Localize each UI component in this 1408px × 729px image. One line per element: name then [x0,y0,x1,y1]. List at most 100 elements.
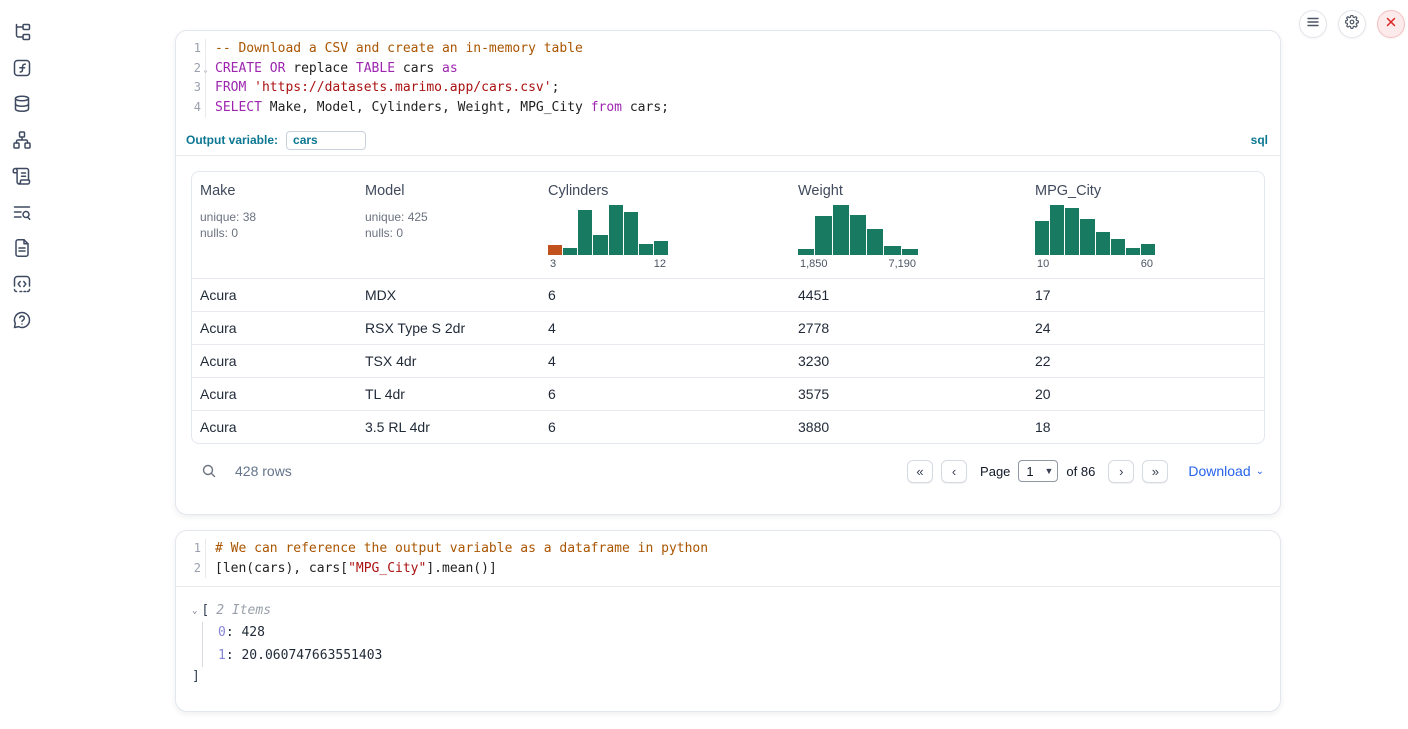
table-row[interactable]: AcuraTSX 4dr4323022 [192,344,1264,377]
histogram-bar[interactable] [850,215,866,255]
last-page-button[interactable]: » [1142,460,1168,483]
prev-page-button[interactable]: ‹ [941,460,967,483]
column-name: Weight [798,183,1019,199]
logs-icon[interactable] [12,202,32,222]
table-cell: 3230 [790,353,1027,369]
histogram-bar[interactable] [563,248,577,255]
table-body: AcuraMDX6445117AcuraRSX Type S 2dr427782… [192,278,1264,443]
output-variable-row: Output variable: sql [176,126,1280,156]
datasources-icon[interactable] [12,94,32,114]
scratchpad-icon[interactable] [12,166,32,186]
column-name: Cylinders [548,183,782,199]
tree-root-row: ⌄ [ 2 Items [192,600,1264,622]
histogram-bar[interactable] [1126,248,1140,255]
python-code-lines[interactable]: # We can reference the output variable a… [206,539,1280,578]
column-histogram[interactable]: 1060 [1035,205,1155,270]
table-row[interactable]: AcuraTL 4dr6357520 [192,377,1264,410]
column-histogram[interactable]: 312 [548,205,668,270]
histogram-bar[interactable] [1080,219,1094,255]
help-icon[interactable] [12,310,32,330]
histogram-bar[interactable] [833,205,849,255]
entry-value: : 20.060747663551403 [226,648,383,663]
histogram-bar[interactable] [1141,244,1155,255]
code-line[interactable]: [len(cars), cars["MPG_City"].mean()] [215,559,1280,579]
code-token: FROM [215,80,246,95]
search-icon[interactable] [201,463,217,479]
table-cell: 6 [540,287,790,303]
settings-button[interactable] [1338,10,1366,38]
table-row[interactable]: AcuraMDX6445117 [192,278,1264,311]
column-header-cylinders[interactable]: Cylinders 312 [540,172,790,278]
first-page-button[interactable]: « [907,460,933,483]
histogram-bar[interactable] [1050,205,1064,255]
histogram-bar[interactable] [654,241,668,255]
histogram-bar[interactable] [902,249,918,255]
code-token: OR [270,61,286,76]
code-line[interactable]: FROM 'https://datasets.marimo.app/cars.c… [215,78,1280,98]
code-line[interactable]: -- Download a CSV and create an in-memor… [215,39,1280,59]
histogram-bar[interactable] [798,249,814,255]
histogram-bar[interactable] [1096,232,1110,255]
axis-max-label: 7,190 [888,258,916,270]
table-cell: 4 [540,320,790,336]
histogram-bar[interactable] [548,245,562,255]
table-cell: Acura [192,386,357,402]
code-line[interactable]: CREATE OR replace TABLE cars as [215,59,1280,79]
column-histogram[interactable]: 1,850 7,190 [798,205,918,270]
code-line[interactable]: # We can reference the output variable a… [215,539,1280,559]
chevron-down-icon: ⌄ [1256,466,1264,477]
dependency-graph-icon[interactable] [12,130,32,150]
column-header-model[interactable]: Model unique: 425nulls: 0 [357,172,540,278]
file-explorer-icon[interactable] [12,22,32,42]
table-row[interactable]: AcuraRSX Type S 2dr4277824 [192,311,1264,344]
line-number-gutter: 12⌄34 [176,39,206,118]
sql-code-editor[interactable]: 12⌄34 -- Download a CSV and create an in… [176,31,1280,126]
histogram-bar[interactable] [609,205,623,255]
column-stat: nulls: 0 [200,225,349,242]
python-code-editor[interactable]: 12 # We can reference the output variabl… [176,531,1280,587]
table-cell: 2778 [790,320,1027,336]
tree-collapse-icon[interactable]: ⌄ [192,600,197,622]
documentation-icon[interactable] [12,238,32,258]
column-stats: unique: 425nulls: 0 [365,209,532,242]
histogram-bar[interactable] [639,244,653,255]
code-token: cars [395,61,442,76]
download-button[interactable]: Download ⌄ [1188,463,1264,479]
variables-icon[interactable] [12,58,32,78]
histogram-axis-labels: 312 [548,258,668,270]
output-variable-input[interactable] [286,131,366,150]
histogram-bar[interactable] [1065,208,1079,255]
table-row[interactable]: Acura3.5 RL 4dr6388018 [192,410,1264,443]
code-token: -- Download a CSV and create an in-memor… [215,41,583,56]
histogram-bar[interactable] [1111,239,1125,255]
histogram-bar[interactable] [593,235,607,255]
column-name: Model [365,183,532,199]
fold-chevron-icon[interactable]: ⌄ [203,60,208,80]
sql-code-lines[interactable]: -- Download a CSV and create an in-memor… [206,39,1280,118]
code-token: Make, Model, Cylinders, Weight, MPG_City [262,100,591,115]
code-token: ].mean()] [426,561,496,576]
menu-button[interactable] [1299,10,1327,38]
histogram-bar[interactable] [815,216,831,255]
close-icon [1384,15,1398,34]
column-header-make[interactable]: Makeunique: 38nulls: 0 [192,172,357,278]
table-cell: TSX 4dr [357,353,540,369]
column-header-mpg_city[interactable]: MPG_City1060 [1027,172,1264,278]
column-header-weight[interactable]: Weight 1,850 7,190 [790,172,1027,278]
table-cell: MDX [357,287,540,303]
histogram-bar[interactable] [867,229,883,255]
python-cell: 12 # We can reference the output variabl… [175,530,1281,712]
code-token: "MPG_City" [348,561,426,576]
histogram-bar[interactable] [1035,221,1049,255]
axis-min-label: 1,850 [800,258,828,270]
next-page-button[interactable]: › [1108,460,1134,483]
column-stats: unique: 38nulls: 0 [200,209,349,242]
histogram-bar[interactable] [624,212,638,255]
histogram-bar[interactable] [884,246,900,255]
shutdown-button[interactable] [1377,10,1405,38]
snippets-icon[interactable] [12,274,32,294]
code-line[interactable]: SELECT Make, Model, Cylinders, Weight, M… [215,98,1280,118]
histogram-bar[interactable] [578,210,592,255]
code-token: ; [552,80,560,95]
page-select[interactable]: 1 ▼ [1018,460,1058,482]
